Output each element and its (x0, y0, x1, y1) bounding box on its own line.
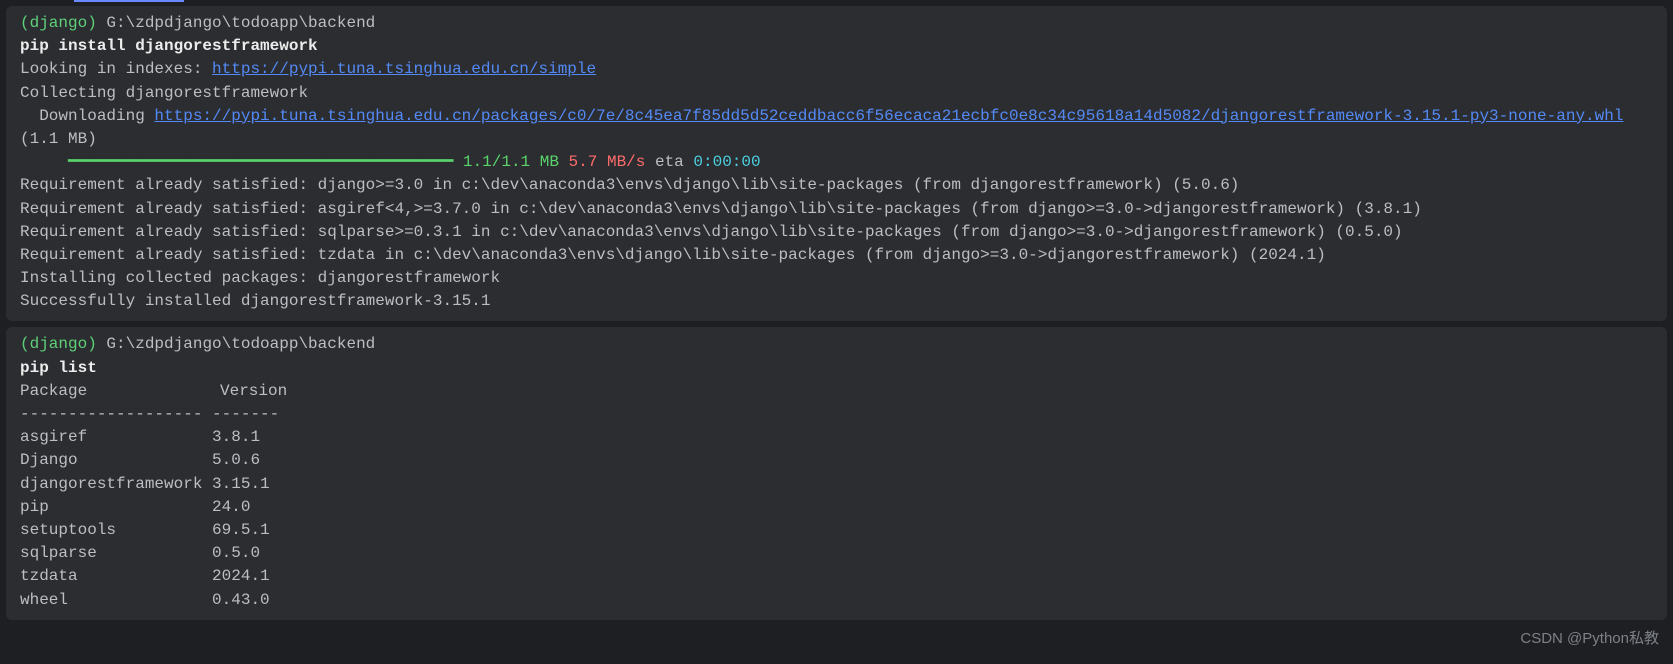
downloading-label: Downloading (20, 107, 154, 125)
progress-bar: ━━━━━━━━━━━━━━━━━━━━━━━━━━━━━━━━━━━━━━━━ (20, 153, 453, 171)
progress-eta-label: eta (645, 153, 693, 171)
cwd: G:\zdpdjango\todoapp\backend (106, 335, 375, 353)
command: pip install djangorestframework (20, 37, 318, 55)
env-name: (django) (20, 335, 97, 353)
requirement-line: Requirement already satisfied: django>=3… (20, 176, 1239, 194)
terminal-block-install[interactable]: (django) G:\zdpdjango\todoapp\backend pi… (6, 6, 1667, 321)
terminal-output: (django) G:\zdpdjango\todoapp\backend pi… (20, 333, 1653, 611)
looking-label: Looking in indexes: (20, 60, 212, 78)
watermark: CSDN @Python私教 (1520, 628, 1659, 650)
installing-line: Installing collected packages: djangores… (20, 269, 500, 287)
pkg-rows: asgiref 3.8.1 Django 5.0.6 djangorestfra… (20, 428, 270, 608)
pkg-header-name: Package (20, 380, 220, 403)
requirement-line: Requirement already satisfied: tzdata in… (20, 246, 1326, 264)
env-name: (django) (20, 14, 97, 32)
progress-eta: 0:00:00 (693, 153, 760, 171)
download-url-link[interactable]: https://pypi.tuna.tsinghua.edu.cn/packag… (154, 107, 1623, 125)
requirement-line: Requirement already satisfied: sqlparse>… (20, 223, 1403, 241)
terminal-output: (django) G:\zdpdjango\todoapp\backend pi… (20, 12, 1653, 313)
command: pip list (20, 359, 97, 377)
requirement-line: Requirement already satisfied: asgiref<4… (20, 200, 1422, 218)
cwd: G:\zdpdjango\todoapp\backend (106, 14, 375, 32)
terminal-block-list[interactable]: (django) G:\zdpdjango\todoapp\backend pi… (6, 327, 1667, 619)
pkg-header-version: Version (220, 382, 287, 400)
pkg-divider: ------------------- ------- (20, 405, 279, 423)
progress-speed: 5.7 MB/s (559, 153, 645, 171)
collecting-line: Collecting djangorestframework (20, 84, 308, 102)
success-line: Successfully installed djangorestframewo… (20, 292, 490, 310)
tab-accent (74, 0, 184, 2)
index-url-link[interactable]: https://pypi.tuna.tsinghua.edu.cn/simple (212, 60, 596, 78)
progress-size: 1.1/1.1 MB (453, 153, 559, 171)
